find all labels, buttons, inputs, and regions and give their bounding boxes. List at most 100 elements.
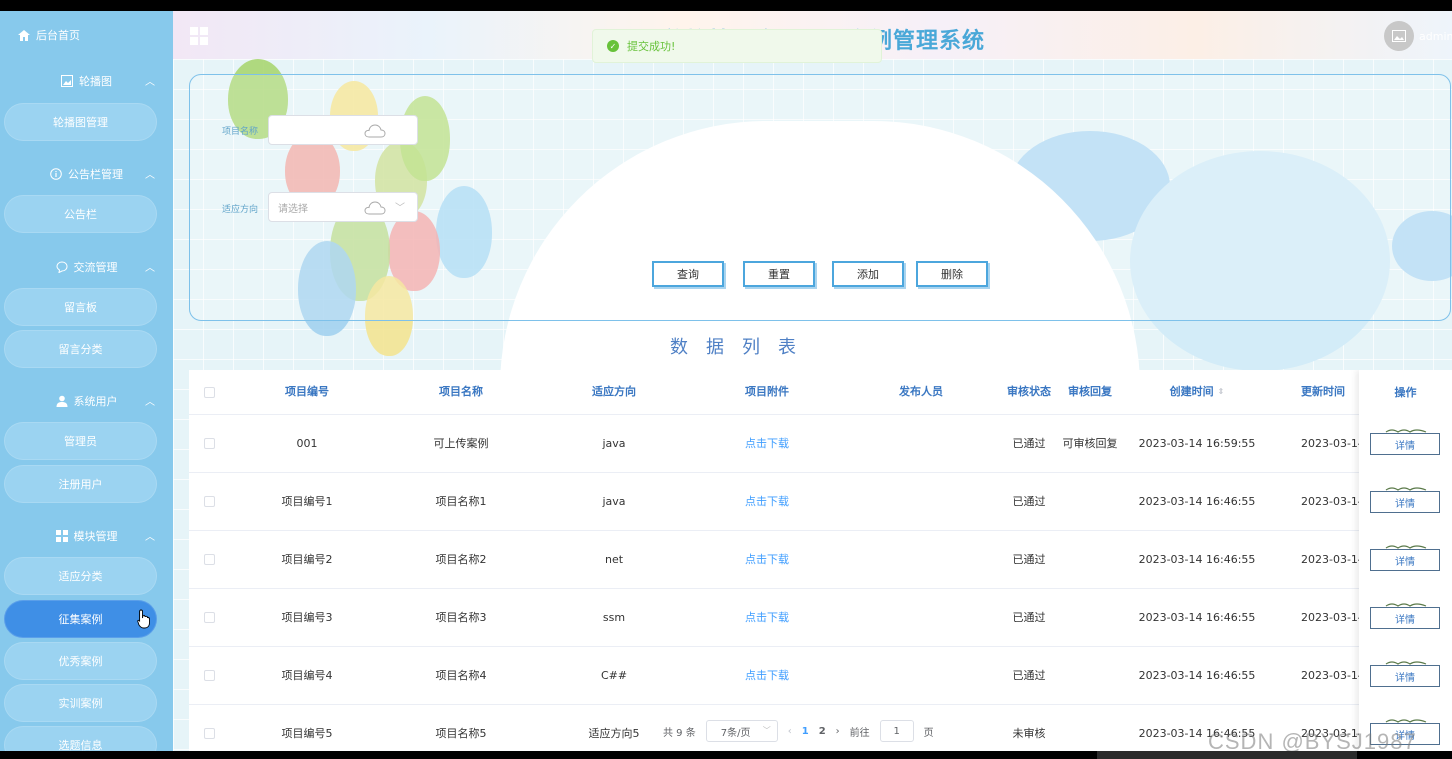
chevron-up-icon: ︿	[145, 532, 155, 543]
cell-attachment[interactable]: 点击下载	[707, 473, 827, 530]
row-checkbox[interactable]	[199, 647, 219, 704]
cell-publisher	[861, 589, 981, 646]
goto-prefix: 前往	[849, 727, 870, 739]
sidebar-item-registered-users[interactable]: 注册用户	[4, 465, 157, 503]
project-name-label: 项目名称	[222, 127, 259, 137]
cell-project-name: 项目名称2	[435, 552, 487, 566]
search-panel: 项目名称 适应方向 请选择 ﹀	[189, 74, 1451, 321]
sidebar-item-topic-info[interactable]: 选题信息	[4, 726, 157, 751]
cell-attachment[interactable]: 点击下载	[707, 589, 827, 646]
details-button[interactable]: 详情	[1370, 665, 1440, 687]
table-row: 项目编号3 项目名称3 ssm 点击下载 已通过 2023-03-14 16:46:55 2…	[189, 589, 1452, 647]
chevron-up-icon: ︿	[145, 397, 155, 408]
details-button[interactable]: 详情	[1370, 549, 1440, 571]
list-title: 数据列表	[670, 337, 814, 358]
cell-project-no: 项目编号3	[281, 610, 333, 624]
col-project-no: 项目编号	[285, 385, 329, 398]
sidebar-item-message-category[interactable]: 留言分类	[4, 330, 157, 368]
chat-icon	[55, 261, 68, 273]
delete-button[interactable]: 删除	[916, 261, 988, 287]
col-publisher: 发布人员	[899, 385, 943, 398]
row-checkbox[interactable]	[199, 473, 219, 530]
sidebar-home[interactable]: 后台首页	[18, 27, 80, 43]
total-count: 共 9 条	[663, 727, 696, 739]
col-project-name: 项目名称	[439, 385, 483, 398]
sidebar-group-modules[interactable]: 模块管理 ︿	[0, 525, 173, 547]
avatar[interactable]	[1384, 21, 1414, 51]
cell-project-name: 项目名称4	[435, 668, 487, 682]
sidebar-item-notice[interactable]: 公告栏	[4, 195, 157, 233]
col-status: 审核状态	[1007, 385, 1051, 398]
select-all-checkbox[interactable]	[199, 370, 219, 414]
chevron-up-icon: ︿	[145, 170, 155, 181]
col-created-time[interactable]: 创建时间 ⇕	[1137, 370, 1257, 414]
sidebar-item-adapt-category[interactable]: 适应分类	[4, 557, 157, 595]
goto-page-input[interactable]: 1	[879, 720, 914, 742]
cell-attachment[interactable]: 点击下载	[707, 531, 827, 588]
cell-direction: java	[602, 494, 626, 508]
details-button[interactable]: 详情	[1370, 433, 1440, 455]
reset-button[interactable]: 重置	[743, 261, 815, 287]
direction-select[interactable]: 请选择 ﹀	[268, 192, 418, 222]
cell-project-no: 项目编号4	[281, 668, 333, 682]
sidebar-group-system-users[interactable]: 系统用户 ︿	[0, 390, 173, 412]
sidebar-group-carousel[interactable]: 轮播图 ︿	[0, 70, 173, 92]
page-2-button[interactable]: 2	[819, 726, 826, 737]
sidebar-item-message-board[interactable]: 留言板	[4, 288, 157, 326]
query-button[interactable]: 查询	[652, 261, 724, 287]
row-checkbox[interactable]	[199, 415, 219, 472]
cell-publisher	[861, 473, 981, 530]
chevron-down-icon: ﹀	[762, 726, 771, 735]
cell-publisher	[861, 415, 981, 472]
group-label: 交流管理	[73, 261, 118, 274]
col-attachment: 项目附件	[745, 385, 789, 398]
row-checkbox[interactable]	[199, 531, 219, 588]
cell-project-no: 项目编号1	[281, 494, 333, 508]
cell-created: 2023-03-14 16:46:55	[1138, 494, 1256, 508]
watermark: CSDN @BYSJ1987	[1208, 729, 1417, 751]
pagination: 共 9 条 7条/页 ﹀ ‹ 1 2 › 前往 1 页	[663, 719, 934, 743]
page-1-button[interactable]: 1	[802, 726, 809, 737]
cell-status: 已通过	[1012, 436, 1046, 450]
sidebar-item-carousel-manage[interactable]: 轮播图管理	[4, 103, 157, 141]
menu-grid-icon[interactable]	[190, 27, 208, 45]
cloud-icon	[364, 201, 386, 215]
cell-direction: 适应方向5	[588, 726, 640, 740]
details-button[interactable]: 详情	[1370, 491, 1440, 513]
sort-icon[interactable]: ⇕	[1218, 383, 1225, 401]
group-label: 公告栏管理	[68, 168, 123, 181]
user-icon	[56, 395, 67, 407]
cell-reply	[1060, 473, 1120, 530]
row-checkbox[interactable]	[199, 589, 219, 646]
sidebar-group-notice[interactable]: 公告栏管理 ︿	[0, 163, 173, 185]
user-name[interactable]: admin	[1419, 30, 1452, 43]
cell-reply	[1060, 589, 1120, 646]
details-button[interactable]: 详情	[1370, 607, 1440, 629]
cell-status: 已通过	[1012, 668, 1046, 682]
next-page-button[interactable]: ›	[836, 726, 840, 737]
cell-project-no: 项目编号5	[281, 726, 333, 740]
group-label: 系统用户	[73, 395, 118, 408]
sidebar-item-training-cases[interactable]: 实训案例	[4, 684, 157, 722]
prev-page-button[interactable]: ‹	[788, 726, 792, 737]
table-row: 项目编号2 项目名称2 net 点击下载 已通过 2023-03-14 16:46:55 2…	[189, 531, 1452, 589]
cell-publisher	[861, 647, 981, 704]
sidebar-item-admins[interactable]: 管理员	[4, 422, 157, 460]
cell-attachment[interactable]: 点击下载	[707, 415, 827, 472]
cell-attachment[interactable]: 点击下载	[707, 647, 827, 704]
cell-status: 已通过	[1012, 610, 1046, 624]
col-operation: 操作	[1394, 385, 1417, 399]
sidebar-item-excellent-cases[interactable]: 优秀案例	[4, 642, 157, 680]
sidebar: 后台首页 轮播图 ︿ 轮播图管理 公告栏管理 ︿ 公告栏 交流管理 ︿ 留言板 …	[0, 11, 173, 751]
cell-project-name: 项目名称3	[435, 610, 487, 624]
taskbar-fragment	[1097, 751, 1357, 759]
add-button[interactable]: 添加	[832, 261, 904, 287]
page-size-select[interactable]: 7条/页 ﹀	[705, 720, 778, 742]
sidebar-group-exchange[interactable]: 交流管理 ︿	[0, 256, 173, 278]
table-row: 项目编号1 项目名称1 java 点击下载 已通过 2023-03-14 16:46:55…	[189, 473, 1452, 531]
image-placeholder-icon	[1392, 30, 1406, 42]
sidebar-item-collected-cases[interactable]: 征集案例	[4, 600, 157, 638]
project-name-input[interactable]	[268, 115, 418, 145]
row-checkbox[interactable]	[199, 705, 219, 751]
cell-publisher	[861, 531, 981, 588]
